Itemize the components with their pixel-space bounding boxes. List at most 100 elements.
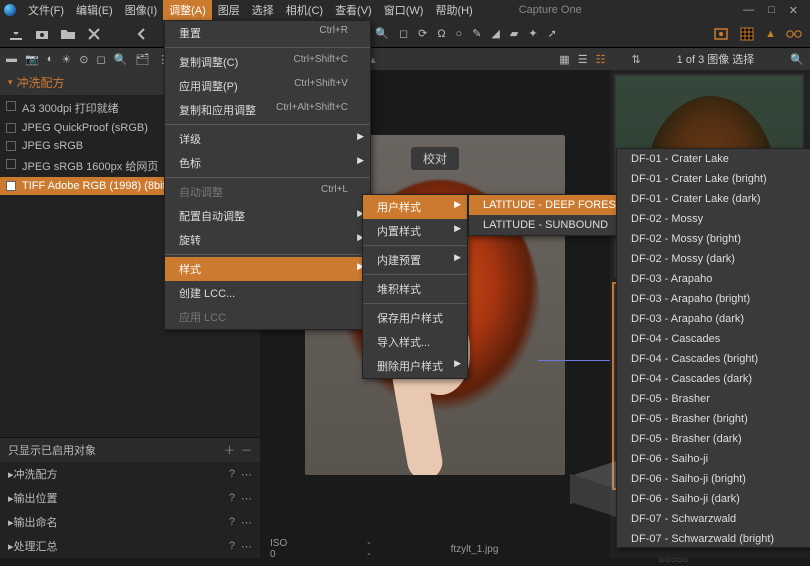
menu-item[interactable]: 复制和应用调整Ctrl+Alt+Shift+C [165, 98, 370, 122]
menu-item[interactable]: 内置样式▶ [363, 219, 467, 243]
preset-item[interactable]: DF-05 - Brasher (bright) [617, 409, 810, 429]
preset-item[interactable]: DF-02 - Mossy [617, 209, 810, 229]
import-icon[interactable] [8, 26, 24, 42]
preset-item[interactable]: DF-05 - Brasher [617, 389, 810, 409]
sort-icon[interactable]: ⇅ [631, 53, 640, 66]
undo-icon[interactable] [134, 26, 150, 42]
color-tab-icon[interactable]: ◐ [47, 53, 54, 65]
menu-item[interactable]: 保存用户样式 [363, 306, 467, 330]
menu-view[interactable]: 查看(V) [329, 0, 378, 20]
section-recipe[interactable]: ▸ 冲洗配方?⋯ [0, 462, 260, 486]
eraser-icon[interactable]: ◢ [491, 27, 499, 40]
glasses-icon[interactable] [786, 26, 802, 42]
menu-item[interactable]: 应用调整(P)Ctrl+Shift+V [165, 74, 370, 98]
minimize-button[interactable]: — [743, 4, 754, 17]
help-icon[interactable]: ? [229, 516, 235, 528]
menu-adjust[interactable]: 调整(A) [163, 0, 212, 20]
menu-item[interactable]: 内建预置▶ [363, 248, 467, 272]
menu-edit[interactable]: 编辑(E) [70, 0, 119, 20]
preset-item[interactable]: DF-04 - Cascades [617, 329, 810, 349]
preset-item[interactable]: DF-06 - Saiho-ji [617, 449, 810, 469]
crop-icon[interactable]: ◻ [399, 27, 408, 40]
delete-icon[interactable] [86, 26, 102, 42]
capture-tab-icon[interactable]: 📷 [25, 53, 39, 66]
menu-item[interactable]: 用户样式▶ [363, 195, 467, 219]
gradient-icon[interactable]: ▰ [510, 27, 518, 40]
menu-item[interactable]: 删除用户样式▶ [363, 354, 467, 378]
remove-icon[interactable]: － [241, 442, 252, 458]
menu-item[interactable]: 导入样式... [363, 330, 467, 354]
menu-item[interactable]: 样式▶ [165, 257, 370, 281]
preset-item[interactable]: DF-01 - Crater Lake (dark) [617, 189, 810, 209]
preset-item[interactable]: DF-06 - Saiho-ji (bright) [617, 469, 810, 489]
view-filmstrip-icon[interactable]: ☷ [596, 53, 606, 66]
view-list-icon[interactable]: ☰ [578, 53, 588, 66]
preset-item[interactable]: DF-02 - Mossy (dark) [617, 249, 810, 269]
more-icon[interactable]: ⋯ [241, 540, 252, 553]
exposure-tab-icon[interactable]: ☀ [61, 53, 71, 66]
adjust-tab-icon[interactable]: 🗂 [135, 53, 149, 66]
menu-item[interactable]: 重置Ctrl+R [165, 21, 370, 45]
menu-help[interactable]: 帮助(H) [429, 0, 478, 20]
preset-item[interactable]: DF-02 - Mossy (bright) [617, 229, 810, 249]
menu-camera[interactable]: 相机(C) [280, 0, 329, 20]
grid-icon[interactable] [739, 26, 755, 42]
menu-item[interactable]: 配置自动调整▶ [165, 204, 370, 228]
preset-item[interactable]: DF-03 - Arapaho (dark) [617, 309, 810, 329]
section-location[interactable]: ▸ 输出位置?⋯ [0, 486, 260, 510]
more-icon[interactable]: ⋯ [241, 492, 252, 505]
menu-item[interactable]: 堆积样式 [363, 277, 467, 301]
checkbox-icon[interactable] [6, 141, 16, 151]
menu-item[interactable]: 复制调整(C)Ctrl+Shift+C [165, 50, 370, 74]
help-icon[interactable]: ? [229, 540, 235, 552]
heal-icon[interactable]: ✦ [528, 27, 537, 40]
proof-icon[interactable] [713, 26, 729, 42]
arrow-icon[interactable]: ➚ [548, 27, 557, 40]
spot-icon[interactable]: ○ [456, 28, 463, 40]
checkbox-icon[interactable] [6, 181, 16, 191]
preset-item[interactable]: DF-04 - Cascades (bright) [617, 349, 810, 369]
warning-icon[interactable]: ▲ [765, 28, 776, 40]
preset-item[interactable]: DF-01 - Crater Lake [617, 149, 810, 169]
menu-item[interactable]: 旋转▶ [165, 228, 370, 252]
crop-tab-icon[interactable]: ◻ [96, 53, 105, 66]
lens-tab-icon[interactable]: ⊙ [79, 53, 88, 66]
more-icon[interactable]: ⋯ [241, 468, 252, 481]
keystone-icon[interactable]: Ω [437, 28, 445, 40]
zoom-icon[interactable]: 🔍 [375, 27, 389, 40]
folder-icon[interactable] [60, 26, 76, 42]
preset-item[interactable]: DF-05 - Brasher (dark) [617, 429, 810, 449]
search-icon[interactable]: 🔍 [790, 53, 804, 66]
menu-select[interactable]: 选择 [246, 0, 280, 20]
section-summary[interactable]: ▸ 处理汇总?⋯ [0, 534, 260, 558]
preset-item[interactable]: DF-06 - Saiho-ji (dark) [617, 489, 810, 509]
preset-item[interactable]: DF-01 - Crater Lake (bright) [617, 169, 810, 189]
camera-icon[interactable] [34, 26, 50, 42]
details-tab-icon[interactable]: 🔍 [114, 53, 128, 66]
more-icon[interactable]: ⋯ [241, 516, 252, 529]
view-grid-icon[interactable]: ▦ [559, 53, 569, 66]
menu-item[interactable]: 色标▶ [165, 151, 370, 175]
menu-image[interactable]: 图像(I) [119, 0, 163, 20]
help-icon[interactable]: ? [229, 468, 235, 480]
menu-item[interactable]: 创建 LCC... [165, 281, 370, 305]
checkbox-icon[interactable] [6, 123, 16, 133]
checkbox-icon[interactable] [6, 101, 16, 111]
checkbox-icon[interactable] [6, 159, 16, 169]
brush-icon[interactable]: ✎ [472, 27, 481, 40]
section-naming[interactable]: ▸ 输出命名?⋯ [0, 510, 260, 534]
help-icon[interactable]: ? [229, 492, 235, 504]
preset-item[interactable]: DF-07 - Schwarzwald (bright) [617, 529, 810, 548]
preset-item[interactable]: DF-03 - Arapaho [617, 269, 810, 289]
library-tab-icon[interactable]: ▬ [6, 53, 17, 65]
menu-file[interactable]: 文件(F) [22, 0, 70, 20]
preset-item[interactable]: DF-03 - Arapaho (bright) [617, 289, 810, 309]
preset-item[interactable]: DF-04 - Cascades (dark) [617, 369, 810, 389]
add-icon[interactable]: ＋ [224, 442, 235, 458]
preset-item[interactable]: DF-07 - Schwarzwald [617, 509, 810, 529]
close-button[interactable]: ✕ [789, 4, 798, 17]
menu-layer[interactable]: 图层 [212, 0, 246, 20]
maximize-button[interactable]: □ [768, 4, 775, 17]
menu-window[interactable]: 窗口(W) [378, 0, 430, 20]
rotate-icon[interactable]: ⟳ [418, 27, 427, 40]
